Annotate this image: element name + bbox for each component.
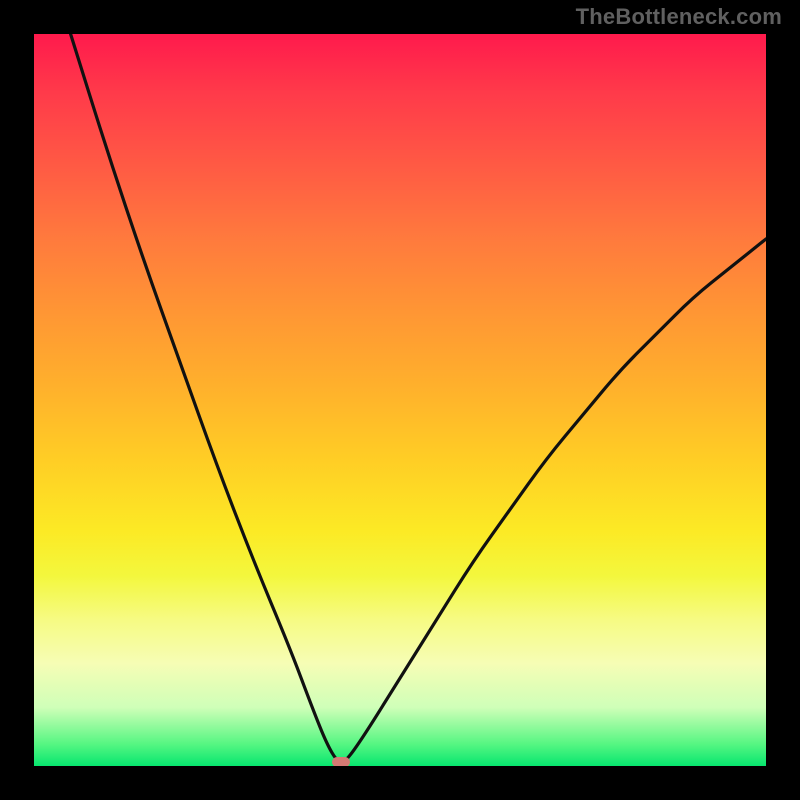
- chart-frame: TheBottleneck.com: [0, 0, 800, 800]
- plot-area: [34, 34, 766, 766]
- watermark-text: TheBottleneck.com: [576, 4, 782, 30]
- curve-path: [71, 34, 766, 762]
- minimum-marker: [332, 757, 350, 766]
- bottleneck-curve: [34, 34, 766, 766]
